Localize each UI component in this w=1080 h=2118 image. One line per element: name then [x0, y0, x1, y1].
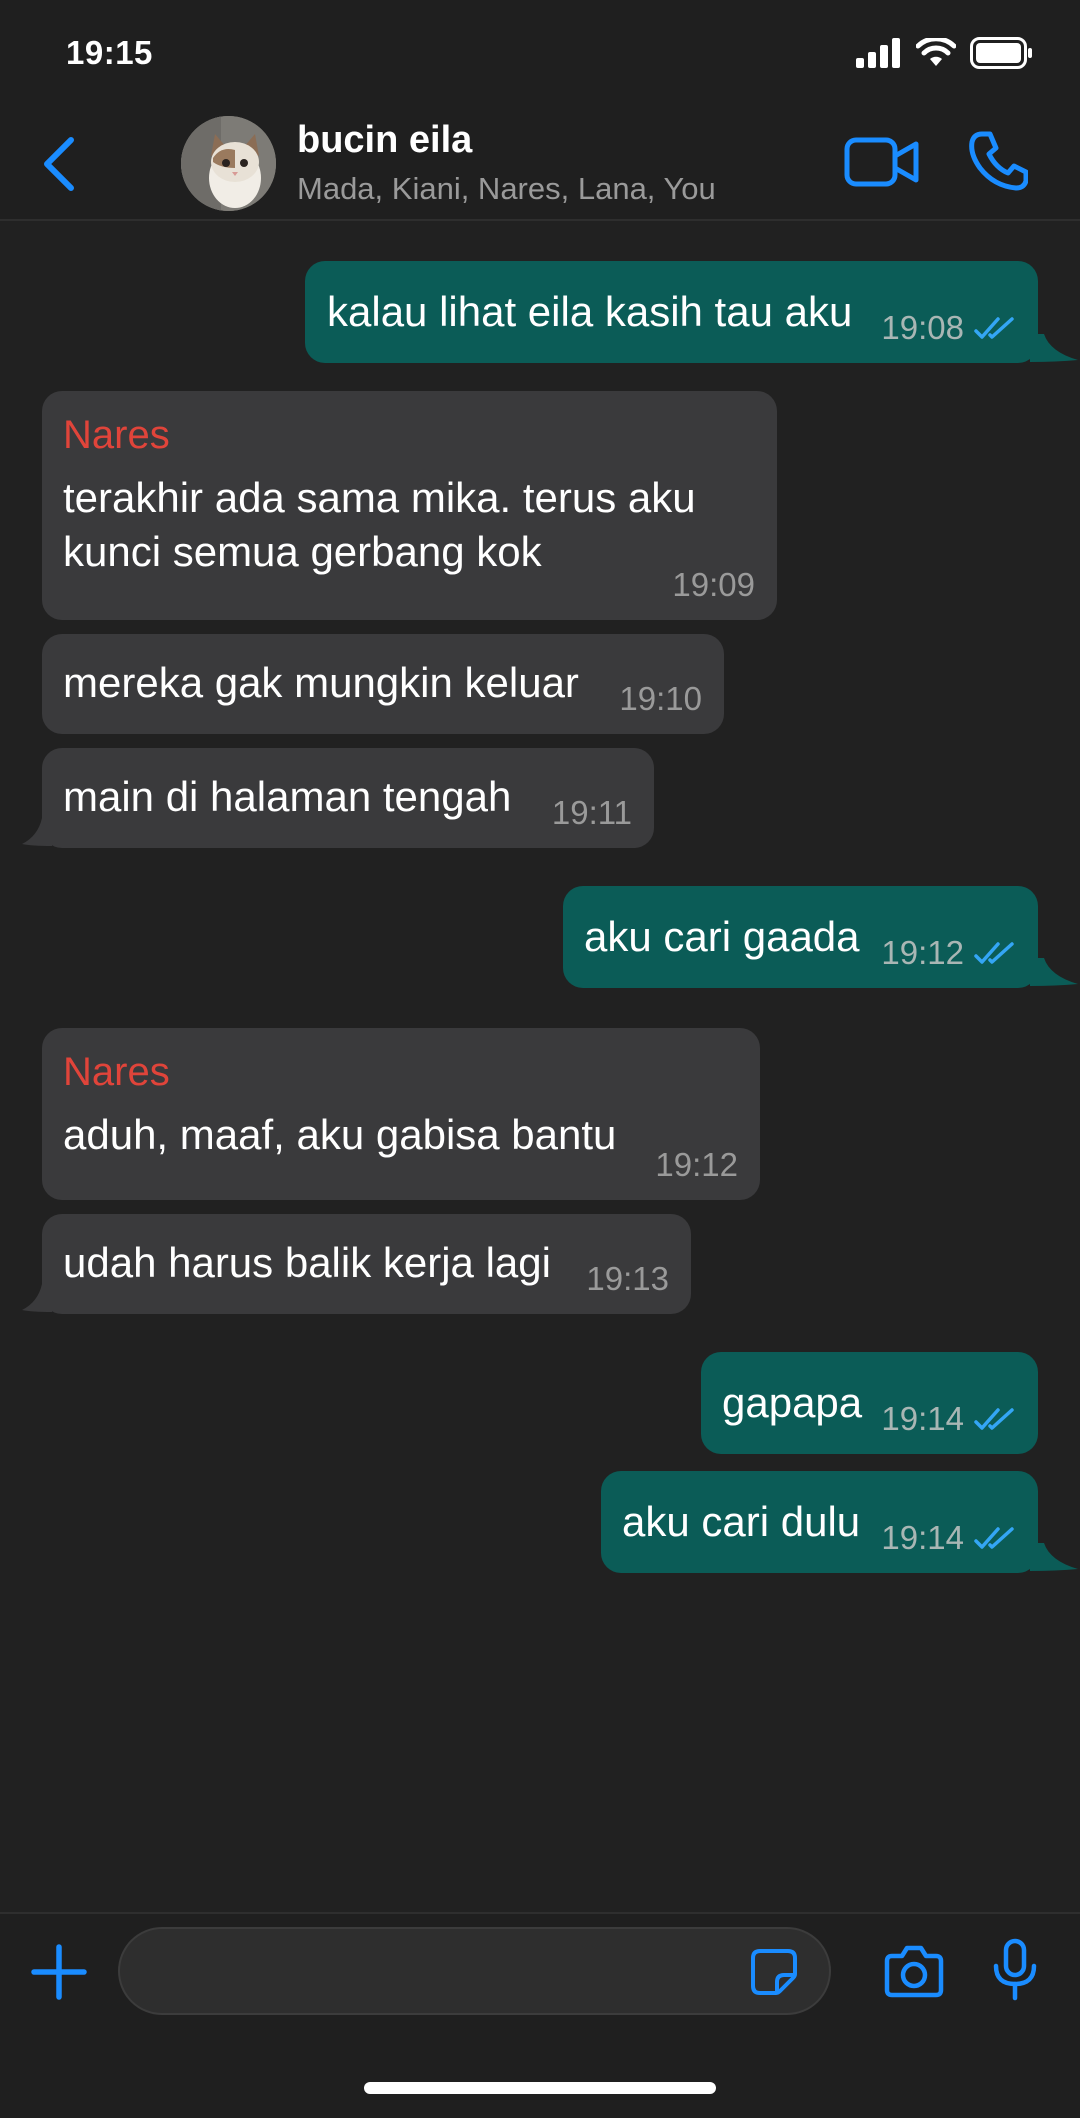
video-camera-icon: [844, 137, 919, 187]
message-time: 19:13: [586, 1260, 669, 1297]
message-bubble-incoming[interactable]: mereka gak mungkin keluar 19:10: [42, 634, 724, 734]
message-time: 19:10: [619, 680, 702, 717]
message-meta: 19:12: [881, 926, 1016, 980]
message-text: aku cari dulu: [622, 1498, 861, 1545]
status-bar: 19:15: [0, 0, 1080, 105]
message-bubble-incoming[interactable]: Nares terakhir ada sama mika. terus aku …: [42, 391, 777, 620]
cellular-signal-icon: [856, 38, 900, 68]
bubble-tail: [22, 818, 52, 846]
message-bubble-incoming[interactable]: udah harus balik kerja lagi 19:13: [42, 1214, 691, 1314]
message-bubble-outgoing[interactable]: kalau lihat eila kasih tau aku 19:08: [305, 261, 1038, 363]
double-check-icon: [974, 1527, 1014, 1549]
video-call-button[interactable]: [844, 134, 920, 190]
chat-header: bucin eila Mada, Kiani, Nares, Lana, You: [0, 105, 1080, 221]
message-bubble-incoming[interactable]: main di halaman tengah 19:11: [42, 748, 654, 848]
message-time: 19:08: [881, 309, 964, 346]
bubble-tail: [1030, 1543, 1078, 1571]
camera-icon: [884, 1945, 944, 1998]
sticker-icon: [751, 1949, 797, 1995]
message-text: mereka gak mungkin keluar: [63, 659, 579, 706]
message-meta: 19:11: [552, 786, 632, 840]
message-bubble-outgoing[interactable]: gapapa 19:14: [701, 1352, 1038, 1454]
message-meta: 19:08: [881, 301, 1016, 355]
message-bubble-outgoing[interactable]: aku cari dulu 19:14: [601, 1471, 1038, 1573]
sender-name[interactable]: Nares: [63, 409, 757, 461]
status-time: 19:15: [66, 34, 153, 71]
message-text: main di halaman tengah: [63, 773, 512, 820]
bubble-tail: [22, 1284, 52, 1312]
home-indicator[interactable]: [364, 2082, 716, 2094]
bubble-tail: [1030, 958, 1078, 986]
message-time: 19:14: [881, 1400, 964, 1437]
wifi-icon: [916, 38, 956, 66]
message-bubble-incoming[interactable]: Nares aduh, maaf, aku gabisa bantu 19:12: [42, 1028, 760, 1200]
battery-icon: [970, 37, 1032, 69]
sender-name[interactable]: Nares: [63, 1046, 740, 1098]
message-text: aduh, maaf, aku gabisa bantu: [63, 1111, 617, 1158]
sticker-button[interactable]: [750, 1948, 798, 1996]
attach-button[interactable]: [30, 1943, 88, 2001]
message-text: kalau lihat eila kasih tau aku: [327, 288, 853, 335]
double-check-icon: [974, 1408, 1014, 1430]
voice-call-button[interactable]: [968, 130, 1029, 192]
message-time: 19:14: [881, 1519, 964, 1556]
plus-icon: [31, 1944, 87, 2000]
message-meta: 19:10: [619, 672, 702, 726]
message-text: aku cari gaada: [584, 913, 860, 960]
chevron-left-icon: [44, 137, 74, 191]
message-text: terakhir ada sama mika. terus aku kunci …: [63, 474, 696, 575]
phone-icon: [969, 131, 1029, 191]
message-text: gapapa: [722, 1379, 863, 1426]
message-time: 19:12: [881, 934, 964, 971]
cat-avatar-image: [181, 116, 276, 211]
message-meta: 19:09: [672, 558, 755, 612]
message-text: udah harus balik kerja lagi: [63, 1239, 551, 1286]
bubble-tail: [1030, 334, 1078, 362]
camera-button[interactable]: [884, 1944, 944, 1998]
microphone-button[interactable]: [992, 1938, 1038, 2002]
message-time: 19:09: [672, 566, 755, 603]
message-meta: 19:14: [881, 1511, 1016, 1565]
back-button[interactable]: [34, 133, 84, 195]
message-meta: 19:13: [586, 1252, 669, 1306]
message-input[interactable]: [118, 1927, 831, 2015]
message-time: 19:12: [655, 1146, 738, 1183]
group-members[interactable]: Mada, Kiani, Nares, Lana, You: [297, 171, 716, 207]
message-meta: 19:12: [655, 1138, 738, 1192]
microphone-icon: [993, 1938, 1037, 2001]
message-meta: 19:14: [881, 1392, 1016, 1446]
message-bubble-outgoing[interactable]: aku cari gaada 19:12: [563, 886, 1038, 988]
double-check-icon: [974, 317, 1014, 339]
double-check-icon: [974, 942, 1014, 964]
message-time: 19:11: [551, 794, 632, 831]
status-icons: [856, 36, 1034, 70]
group-avatar[interactable]: [181, 116, 276, 211]
group-name[interactable]: bucin eila: [297, 119, 472, 162]
